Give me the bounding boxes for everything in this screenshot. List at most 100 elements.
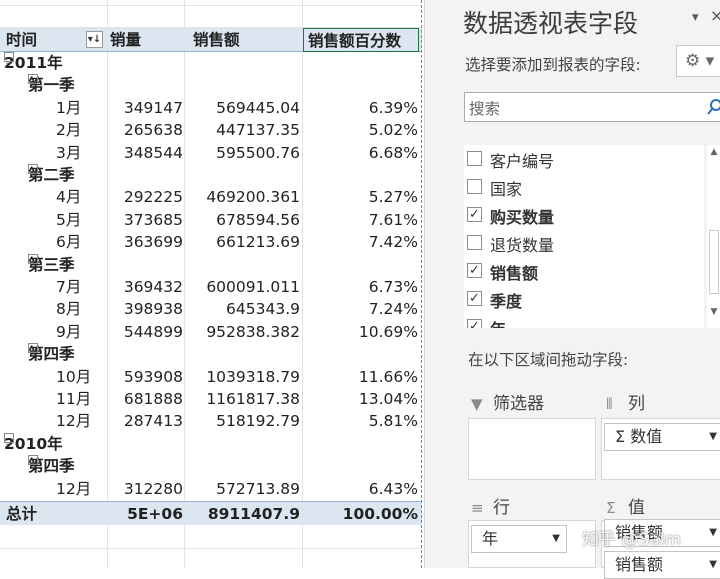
checkbox-checked-icon[interactable]: ✓ — [467, 291, 482, 306]
total-sales[interactable]: 8911407.9 — [184, 502, 300, 526]
filter-dropdown-icon[interactable]: ▾↓ — [86, 31, 103, 48]
qty-cell[interactable]: 373685 — [107, 209, 183, 231]
row-label[interactable]: 10月 — [56, 366, 91, 388]
percent-cell[interactable]: 10.69% — [302, 321, 418, 343]
field-item[interactable]: ✓ 购买数量 — [464, 201, 704, 229]
sales-cell[interactable]: 595500.76 — [184, 142, 300, 164]
field-item[interactable]: 国家 — [464, 173, 704, 201]
field-item[interactable]: ✓年 — [464, 313, 704, 328]
checkbox-checked-icon[interactable]: ✓ — [467, 263, 482, 278]
columns-field-values[interactable]: Σ 数值 ▼ — [604, 423, 720, 451]
row-label[interactable]: 7月 — [56, 276, 81, 298]
search-icon[interactable] — [707, 98, 720, 116]
row-label[interactable]: − 第二季 — [28, 164, 75, 186]
row-label[interactable]: 12月 — [56, 410, 91, 432]
rows-field-year[interactable]: 年 ▼ — [471, 525, 567, 553]
qty-cell[interactable]: 287413 — [107, 410, 183, 432]
scroll-up-icon[interactable]: ▲ — [707, 147, 720, 157]
percent-cell[interactable]: 5.27% — [302, 186, 418, 208]
chevron-down-icon[interactable]: ▼ — [709, 520, 717, 546]
pane-options-chevron-icon[interactable]: ▾ — [692, 10, 699, 25]
percent-cell[interactable]: 13.04% — [302, 388, 418, 410]
qty-cell[interactable]: 363699 — [107, 231, 183, 253]
qty-cell[interactable]: 312280 — [107, 478, 183, 500]
total-percent[interactable]: 100.00% — [302, 502, 418, 526]
checkbox-icon[interactable] — [467, 151, 482, 166]
columns-drop-zone[interactable]: Σ 数值 ▼ — [601, 418, 720, 480]
total-label[interactable]: 总计 — [6, 502, 37, 526]
percent-cell[interactable]: 6.73% — [302, 276, 418, 298]
sales-cell[interactable]: 645343.9 — [184, 298, 300, 320]
header-qty[interactable]: 销量 — [110, 28, 186, 52]
values-field-sales-percent[interactable]: 销售额 ▼ — [604, 551, 720, 579]
field-item[interactable]: ✓ 季度 — [464, 285, 704, 313]
field-item[interactable]: 退货数量 — [464, 229, 704, 257]
chevron-down-icon[interactable]: ▼ — [709, 552, 717, 578]
percent-cell[interactable]: 6.68% — [302, 142, 418, 164]
row-label[interactable]: −2011年 — [4, 52, 63, 74]
header-time[interactable]: 时间 — [6, 28, 37, 52]
row-label[interactable]: 12月 — [56, 478, 91, 500]
sales-cell[interactable]: 952838.382 — [184, 321, 300, 343]
row-label[interactable]: 11月 — [56, 388, 91, 410]
row-label[interactable]: 6月 — [56, 231, 81, 253]
field-item[interactable]: ✓ 销售额 — [464, 257, 704, 285]
field-item[interactable]: 客户编号 — [464, 145, 704, 173]
rows-drop-zone[interactable]: 年 ▼ — [468, 520, 596, 568]
row-label[interactable]: 1月 — [56, 97, 81, 119]
qty-cell[interactable]: 593908 — [107, 366, 183, 388]
collapse-toggle-icon[interactable]: − — [28, 253, 38, 271]
row-label[interactable]: − 第四季 — [28, 343, 75, 365]
qty-cell[interactable]: 681888 — [107, 388, 183, 410]
qty-cell[interactable]: 349147 — [107, 97, 183, 119]
sales-cell[interactable]: 569445.04 — [184, 97, 300, 119]
row-label[interactable]: − 第三季 — [28, 253, 75, 276]
collapse-toggle-icon[interactable]: − — [4, 52, 14, 69]
total-qty[interactable]: 5E+06 — [107, 502, 183, 526]
checkbox-checked-icon[interactable]: ✓ — [467, 319, 482, 328]
percent-cell[interactable]: 6.43% — [302, 478, 418, 500]
sales-cell[interactable]: 572713.89 — [184, 478, 300, 500]
sales-cell[interactable]: 600091.011 — [184, 276, 300, 298]
sales-cell[interactable]: 447137.35 — [184, 119, 300, 141]
row-label[interactable]: − 第四季 — [28, 455, 75, 477]
chevron-down-icon[interactable]: ▼ — [709, 424, 717, 450]
row-label[interactable]: −2010年 — [4, 432, 63, 455]
row-label[interactable]: 8月 — [56, 298, 81, 320]
percent-cell[interactable]: 7.61% — [302, 209, 418, 231]
filter-drop-zone[interactable] — [468, 418, 596, 480]
gear-icon[interactable]: ⚙ ▾ — [676, 45, 720, 77]
sales-cell[interactable]: 661213.69 — [184, 231, 300, 253]
scroll-down-icon[interactable]: ▼ — [707, 307, 720, 317]
sales-cell[interactable]: 469200.361 — [184, 186, 300, 208]
row-label[interactable]: 5月 — [56, 209, 81, 231]
sales-cell[interactable]: 518192.79 — [184, 410, 300, 432]
row-label[interactable]: 2月 — [56, 119, 81, 141]
checkbox-checked-icon[interactable]: ✓ — [467, 207, 482, 222]
checkbox-icon[interactable] — [467, 235, 482, 250]
percent-cell[interactable]: 7.42% — [302, 231, 418, 253]
qty-cell[interactable]: 265638 — [107, 119, 183, 141]
qty-cell[interactable]: 398938 — [107, 298, 183, 320]
collapse-toggle-icon[interactable]: − — [28, 74, 38, 91]
header-sales[interactable]: 销售额 — [193, 28, 309, 52]
collapse-toggle-icon[interactable]: − — [28, 455, 38, 472]
row-label[interactable]: 3月 — [56, 142, 81, 164]
field-list-scrollbar[interactable]: ▲ ▼ — [707, 145, 720, 328]
percent-cell[interactable]: 6.39% — [302, 97, 418, 119]
row-label[interactable]: 9月 — [56, 321, 81, 343]
header-sales-percent[interactable]: 销售额百分数 — [303, 28, 419, 52]
percent-cell[interactable]: 5.81% — [302, 410, 418, 432]
row-label[interactable]: − 第一季 — [28, 74, 75, 96]
scroll-thumb[interactable] — [709, 230, 719, 294]
sales-cell[interactable]: 1039318.79 — [184, 366, 300, 388]
row-label[interactable]: 4月 — [56, 186, 81, 208]
collapse-toggle-icon[interactable]: − — [4, 432, 14, 450]
percent-cell[interactable]: 7.24% — [302, 298, 418, 320]
collapse-toggle-icon[interactable]: − — [28, 164, 38, 181]
qty-cell[interactable]: 544899 — [107, 321, 183, 343]
search-input[interactable]: 搜索 — [464, 92, 720, 122]
percent-cell[interactable]: 11.66% — [302, 366, 418, 388]
chevron-down-icon[interactable]: ▼ — [552, 526, 560, 552]
checkbox-icon[interactable] — [467, 179, 482, 194]
